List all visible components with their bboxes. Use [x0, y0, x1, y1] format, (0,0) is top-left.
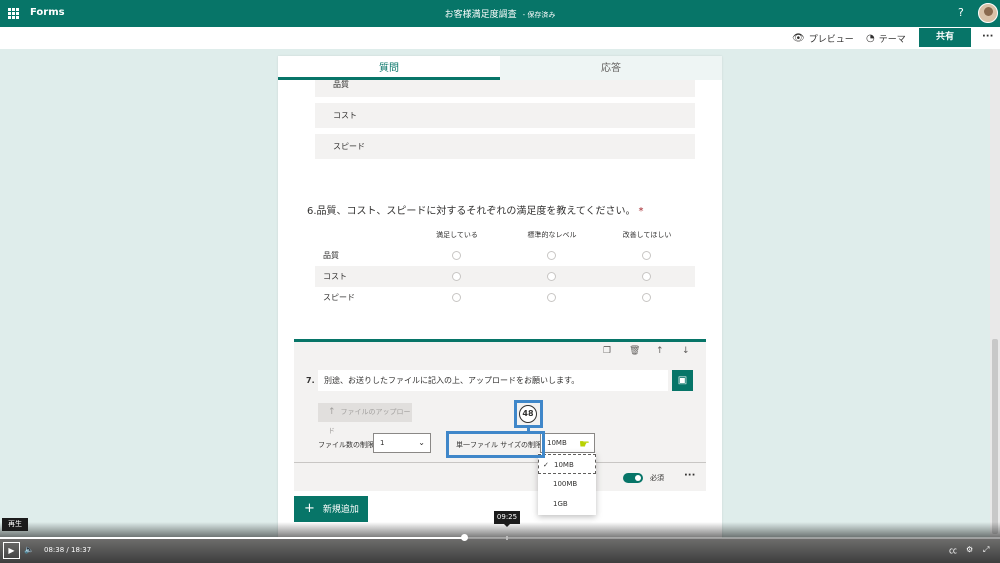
question-text-input[interactable]: 別途、お送りしたファイルに記入の上、アップロードをお願いします。 [318, 370, 668, 391]
palette-icon: ◔ [866, 33, 875, 44]
editor-divider [294, 462, 706, 463]
time-separator: / [66, 546, 69, 554]
likert-row: スピード [315, 287, 695, 308]
hand-cursor-icon: ☛ [579, 437, 590, 451]
radio-button[interactable] [452, 272, 461, 281]
q5-option: スピード [315, 134, 695, 159]
chevron-down-icon: ⌄ [418, 438, 425, 447]
seek-time-tooltip: 09:25 [494, 511, 520, 527]
tab-questions[interactable]: 質問 [278, 56, 500, 80]
insert-media-icon[interactable]: ▣ [672, 370, 693, 391]
settings-icon[interactable]: ⚙ [966, 545, 973, 554]
step-badge: 48 [519, 405, 537, 423]
radio-button[interactable] [547, 272, 556, 281]
question-number: 7. [306, 376, 315, 385]
upload-icon: ↑ [328, 407, 336, 417]
likert-row-label: コスト [323, 272, 347, 281]
play-icon[interactable]: ▶ [3, 542, 20, 559]
likert-column-header: 満足している [436, 231, 478, 239]
move-down-icon[interactable]: ↓ [682, 346, 690, 356]
tab-responses[interactable]: 応答 [500, 56, 722, 80]
delete-icon[interactable]: 🗑 [629, 346, 640, 356]
page-scrollbar[interactable] [990, 49, 1000, 538]
plus-icon: + [304, 501, 315, 516]
likert-row: コスト [315, 266, 695, 287]
form-title-text: お客様満足度調査 [444, 10, 517, 20]
captions-icon[interactable]: ㏄ [949, 545, 957, 556]
check-icon: ✓ [543, 461, 549, 469]
video-controls [0, 522, 1000, 563]
dropdown-option-selected[interactable]: ✓ 10MB [538, 454, 596, 474]
time-readout: 08:38 / 18:37 [44, 546, 91, 554]
app-header: Forms お客様満足度調査 - 保存済み ? [0, 0, 1000, 27]
required-toggle[interactable] [623, 473, 643, 483]
likert-column-header: 標準的なレベル [527, 231, 577, 239]
radio-button[interactable] [642, 293, 651, 302]
required-label: 必須 [650, 474, 664, 482]
seek-bar-progress [0, 537, 464, 539]
avatar[interactable] [978, 3, 998, 23]
dropdown-option-label: 1GB [553, 500, 568, 508]
preview-label: プレビュー [808, 35, 854, 45]
duration: 18:37 [71, 546, 92, 554]
q6-title-text: 6.品質、コスト、スピードに対するそれぞれの満足度を教えてください。 [307, 206, 636, 217]
fullscreen-icon[interactable]: ⤢ [983, 545, 989, 555]
likert-row: 品質 [315, 245, 695, 266]
dropdown-option[interactable]: 100MB [538, 474, 596, 494]
size-limit-value: 10MB [547, 439, 567, 447]
theme-label: テーマ [878, 35, 906, 45]
file-count-select[interactable]: 1 ⌄ [373, 433, 431, 453]
eye-icon: 👁 [792, 33, 805, 44]
save-status: - 保存済み [522, 11, 556, 19]
dropdown-option-label: 100MB [553, 480, 578, 488]
seek-bar-handle[interactable] [461, 534, 468, 541]
dropdown-option-label: 10MB [554, 461, 574, 469]
preview-button[interactable]: 👁 プレビュー [792, 32, 854, 45]
dropdown-option[interactable]: 1GB [538, 494, 596, 514]
form-toolbar: 👁 プレビュー ◔ テーマ [0, 27, 1000, 49]
add-new-button[interactable]: + 新規追加 [294, 496, 368, 522]
annotation-highlight [446, 431, 545, 458]
radio-button[interactable] [642, 272, 651, 281]
file-upload-button: ↑ ファイルのアップロード [318, 403, 412, 435]
likert-column-header: 改善してほしい [622, 231, 672, 239]
annotation-connector [527, 426, 530, 432]
radio-button[interactable] [547, 293, 556, 302]
likert-row-label: スピード [323, 293, 355, 302]
q5-option: 品質 [315, 80, 695, 97]
share-button[interactable]: 共有 [919, 28, 971, 47]
theme-button[interactable]: ◔ テーマ [866, 32, 906, 45]
file-count-label: ファイル数の制限: [318, 441, 377, 449]
likert-row-label: 品質 [323, 251, 339, 260]
move-up-icon[interactable]: ↑ [656, 346, 664, 356]
required-mark: * [638, 206, 644, 217]
radio-button[interactable] [452, 251, 461, 260]
radio-button[interactable] [642, 251, 651, 260]
radio-button[interactable] [547, 251, 556, 260]
size-limit-dropdown: ✓ 10MB 100MB 1GB [538, 453, 596, 515]
add-new-label: 新規追加 [322, 505, 359, 515]
volume-icon[interactable]: 🔈 [24, 545, 34, 554]
question-more-icon[interactable]: ··· [684, 470, 695, 481]
likert-grid: 満足している 標準的なレベル 改善してほしい 品質 コスト スピード [315, 224, 695, 310]
scrollbar-thumb[interactable] [992, 339, 998, 534]
seek-hover-marker [506, 536, 508, 540]
play-tooltip: 再生 [2, 518, 28, 531]
radio-button[interactable] [452, 293, 461, 302]
more-options-icon[interactable]: ··· [982, 31, 993, 42]
current-time: 08:38 [44, 546, 65, 554]
copy-icon[interactable]: ❐ [603, 346, 611, 356]
form-title: お客様満足度調査 - 保存済み [0, 7, 1000, 20]
q5-option: コスト [315, 103, 695, 128]
q6-title: 6.品質、コスト、スピードに対するそれぞれの満足度を教えてください。 * [307, 202, 644, 217]
help-icon[interactable]: ? [958, 6, 964, 19]
file-count-value: 1 [380, 439, 385, 447]
